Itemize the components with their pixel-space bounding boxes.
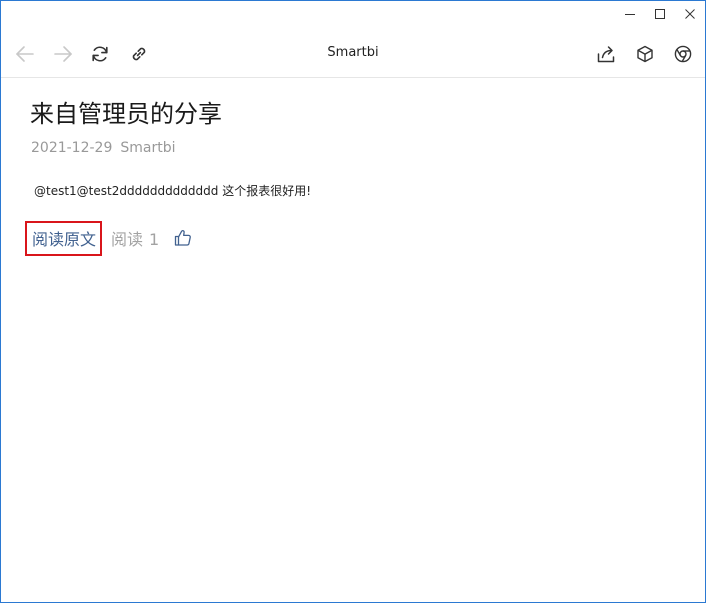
- article-title: 来自管理员的分享: [30, 100, 222, 128]
- article-author: Smartbi: [120, 140, 176, 156]
- minimize-icon: [625, 14, 635, 15]
- article-meta: 2021-12-29 Smartbi: [31, 140, 176, 156]
- app-window: Smartbi 来自管理员的分享 2021-12-29 Smartbi @tes…: [0, 0, 706, 603]
- read-original-link[interactable]: 阅读原文: [25, 220, 103, 256]
- thumbs-up-icon: [175, 229, 192, 246]
- link-icon: [132, 47, 146, 61]
- read-original-label: 阅读原文: [32, 230, 97, 249]
- maximize-button[interactable]: [645, 1, 675, 27]
- article-date: 2021-12-29: [31, 140, 113, 156]
- maximize-icon: [655, 9, 665, 19]
- article-body: @test1@test2ddddddddddddd 这个报表很好用!: [34, 184, 312, 198]
- cube-icon: [637, 45, 653, 63]
- close-button[interactable]: [675, 1, 705, 27]
- open-in-browser-button[interactable]: [672, 43, 694, 65]
- read-count-number: 1: [149, 230, 160, 249]
- arrow-right-icon: [54, 46, 72, 62]
- copy-link-button[interactable]: [128, 43, 150, 65]
- read-label: 阅读: [111, 230, 144, 249]
- share-icon: [597, 46, 615, 63]
- article-content: 来自管理员的分享 2021-12-29 Smartbi @test1@test2d…: [1, 77, 705, 602]
- close-icon: [685, 9, 695, 19]
- cube-button[interactable]: [634, 43, 656, 65]
- arrow-left-icon: [16, 46, 34, 62]
- window-controls: [615, 1, 705, 27]
- forward-button[interactable]: [52, 43, 74, 65]
- back-button[interactable]: [14, 43, 36, 65]
- article-footer: 阅读原文 阅读 1: [25, 220, 193, 256]
- share-button[interactable]: [595, 43, 617, 65]
- like-button[interactable]: [173, 228, 193, 248]
- minimize-button[interactable]: [615, 1, 645, 27]
- refresh-icon: [92, 46, 108, 62]
- navigation-bar: Smartbi: [1, 31, 705, 78]
- chrome-icon: [674, 45, 692, 63]
- read-count: 阅读 1: [111, 226, 159, 250]
- refresh-button[interactable]: [89, 43, 111, 65]
